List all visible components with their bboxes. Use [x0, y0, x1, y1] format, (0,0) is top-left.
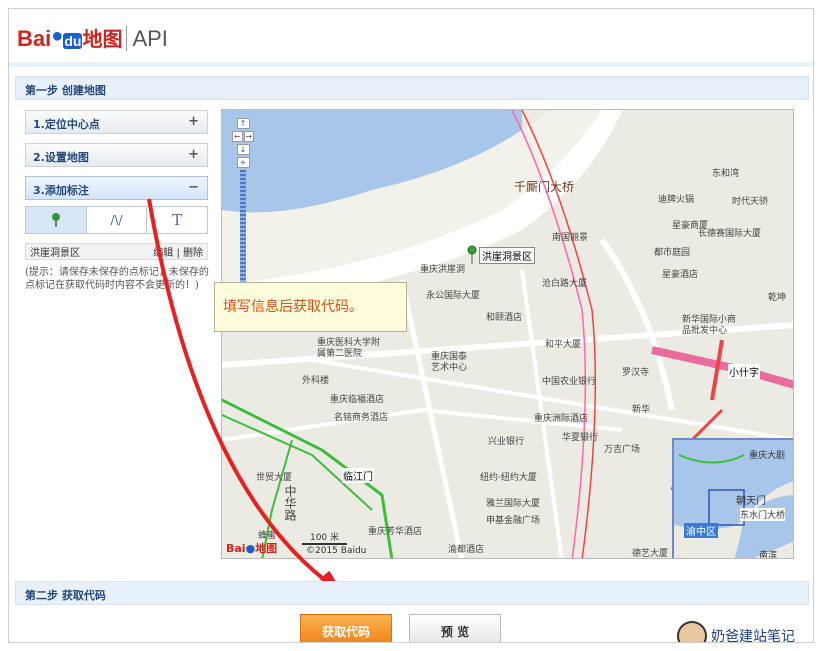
map-poi-label[interactable]: 时代天骄 — [732, 194, 768, 207]
logo-ditu: 地图 — [82, 29, 123, 51]
watermark: 奶爸建站笔记 — [677, 621, 795, 643]
map-poi-label[interactable]: 和平大厦 — [545, 337, 581, 350]
accordion-center-point[interactable]: 1.定位中心点 + — [25, 110, 208, 134]
overview-label: 重庆大剧 — [749, 451, 786, 461]
preview-button[interactable]: 预 览 — [409, 614, 501, 642]
map-canvas[interactable]: ↑ ← → ↓ + − 洪崖洞景区 千厮门大桥南国丽景重庆洪崖洞永公国际大厦沧白… — [221, 109, 794, 559]
map-poi-label[interactable]: 世贸大厦 — [256, 470, 292, 483]
green-pin-icon — [467, 245, 477, 264]
step-one-title: 第一步 创建地图 — [25, 84, 106, 97]
logo-api: API — [126, 26, 168, 51]
map-poi-label[interactable]: 重庆洲际酒店 — [534, 411, 588, 424]
zoom-in-button[interactable]: + — [236, 157, 250, 168]
map-poi-label[interactable]: 重庆芳华酒店 — [368, 524, 422, 537]
marker-label: 洪崖洞景区 — [479, 247, 535, 264]
polyline-tool[interactable]: /\/ — [87, 207, 148, 233]
map-poi-label[interactable]: 德艺大厦 — [632, 546, 668, 558]
map-poi-label[interactable]: 重庆国泰艺术中心 — [431, 352, 471, 374]
save-hint: (提示：请保存未保存的点标记，未保存的点标记在获取代码时内容不会更新的！) — [25, 267, 209, 291]
marker-actions: 编辑 | 删除 — [153, 244, 203, 259]
map-poi-label[interactable]: 重庆洪崖洞 — [420, 262, 465, 275]
accordion-label: 3.添加标注 — [33, 184, 89, 197]
scale-label: 100 米 — [309, 533, 340, 543]
expand-icon: + — [188, 114, 199, 129]
map-poi-label[interactable]: 永公国际大厦 — [426, 288, 480, 301]
step-two-header: 第二步 获取代码 — [15, 581, 809, 605]
map-poi-label[interactable]: 临江门 — [342, 468, 374, 483]
collapse-icon: − — [188, 180, 199, 195]
accordion-label: 1.定位中心点 — [33, 118, 100, 131]
step-two-title: 第二步 获取代码 — [25, 589, 106, 602]
map-poi-label[interactable]: 万吉广场 — [604, 442, 640, 455]
map-poi-label[interactable]: 乾坤 — [768, 290, 786, 303]
map-poi-label[interactable]: 新华国际小商品批发中心 — [682, 315, 742, 337]
map-poi-label[interactable]: 重庆医科大学附属第二医院 — [317, 338, 387, 360]
pan-down-button[interactable]: ↓ — [236, 144, 250, 155]
text-tool[interactable]: T — [147, 207, 207, 233]
edit-link[interactable]: 编辑 — [153, 248, 173, 259]
logo-bai: Bai — [17, 26, 52, 51]
accordion-add-marker[interactable]: 3.添加标注 − — [25, 176, 208, 200]
map-poi-label[interactable]: 小什字 — [728, 364, 760, 379]
map-poi-label[interactable]: 兴业银行 — [488, 434, 524, 447]
map-logo: Bai●地图 — [226, 542, 278, 555]
map-poi-label[interactable]: 迪牌火锅 — [658, 192, 694, 205]
get-code-button[interactable]: 获取代码 — [300, 614, 392, 642]
marker-list-item[interactable]: 洪崖洞景区 编辑 | 删除 — [25, 243, 208, 260]
map-poi-label[interactable]: 和颐酒店 — [486, 310, 522, 323]
logo-du: du — [63, 33, 83, 49]
marker-name: 洪崖洞景区 — [30, 248, 80, 259]
marker-tools: /\/ T — [25, 206, 208, 234]
map-poi-label[interactable]: 星豪酒店 — [662, 267, 698, 280]
overview-label: 朝天门 — [736, 496, 766, 507]
pin-icon — [51, 213, 60, 227]
overview-label: 南滨 — [759, 551, 778, 559]
point-marker-tool[interactable] — [26, 207, 87, 233]
accordion-label: 2.设置地图 — [33, 151, 89, 164]
text-icon: T — [172, 211, 183, 229]
pan-left-button[interactable]: ← — [232, 131, 243, 142]
map-poi-label[interactable]: 雅兰国际大厦 — [486, 496, 540, 509]
map-poi-label[interactable]: 名铭商务酒店 — [334, 410, 388, 423]
overview-map[interactable]: 重庆大剧 朝天门 东水门大桥 渝中区 南滨 — [672, 438, 793, 559]
header: Bai●du地图 API — [9, 9, 813, 67]
map-poi-label[interactable]: 外科楼 — [302, 373, 329, 386]
map-poi-label[interactable]: 沧白路大厦 — [542, 276, 587, 289]
map-copyright: ©2015 Baidu — [306, 546, 367, 556]
avatar-icon — [677, 621, 707, 642]
map-poi-label[interactable]: 长德赛国际大厦 — [698, 226, 761, 239]
expand-icon: + — [188, 147, 199, 162]
pan-right-button[interactable]: → — [243, 131, 254, 142]
map-poi-label[interactable]: 申基金融广场 — [486, 513, 540, 526]
polyline-icon: /\/ — [110, 213, 123, 227]
app-frame: Bai●du地图 API 第一步 创建地图 1.定位中心点 + 2.设置地图 + 3.… — [8, 8, 814, 643]
watermark-text: 奶爸建站笔记 — [711, 629, 795, 643]
scale-bar: 100 米 — [302, 530, 347, 545]
callout-box: 填写信息后获取代码。 — [214, 282, 407, 332]
overview-label: 东水门大桥 — [740, 508, 786, 521]
map-poi-label[interactable]: 中华路 — [282, 485, 299, 521]
map-poi-label[interactable]: 纽约·纽约大厦 — [480, 470, 537, 483]
baidu-map-logo: Bai●du地图 API — [17, 23, 168, 52]
step-one-header: 第一步 创建地图 — [15, 76, 809, 100]
delete-link[interactable]: 删除 — [183, 248, 203, 259]
pan-up-button[interactable]: ↑ — [236, 118, 250, 129]
map-poi-label[interactable]: 东和湾 — [712, 166, 739, 179]
map-poi-label[interactable]: 渝都酒店 — [448, 542, 484, 555]
map-marker[interactable]: 洪崖洞景区 — [467, 245, 535, 268]
map-poi-label[interactable]: 中国农业银行 — [542, 374, 596, 387]
map-poi-label[interactable]: 重庆临福酒店 — [330, 392, 384, 405]
separator: | — [176, 248, 180, 259]
accordion-map-settings[interactable]: 2.设置地图 + — [25, 143, 208, 167]
map-poi-label[interactable]: 千厮门大桥 — [514, 178, 574, 195]
map-poi-label[interactable]: 华夏银行 — [562, 430, 598, 443]
map-poi-label[interactable]: 罗汉寺 — [622, 365, 649, 378]
map-poi-label[interactable]: 南国丽景 — [552, 230, 588, 243]
paw-icon: ● — [51, 25, 64, 47]
map-poi-label[interactable]: 新华 — [632, 402, 650, 415]
overview-label: 渝中区 — [684, 523, 718, 538]
map-poi-label[interactable]: 都市庭园 — [654, 245, 690, 258]
